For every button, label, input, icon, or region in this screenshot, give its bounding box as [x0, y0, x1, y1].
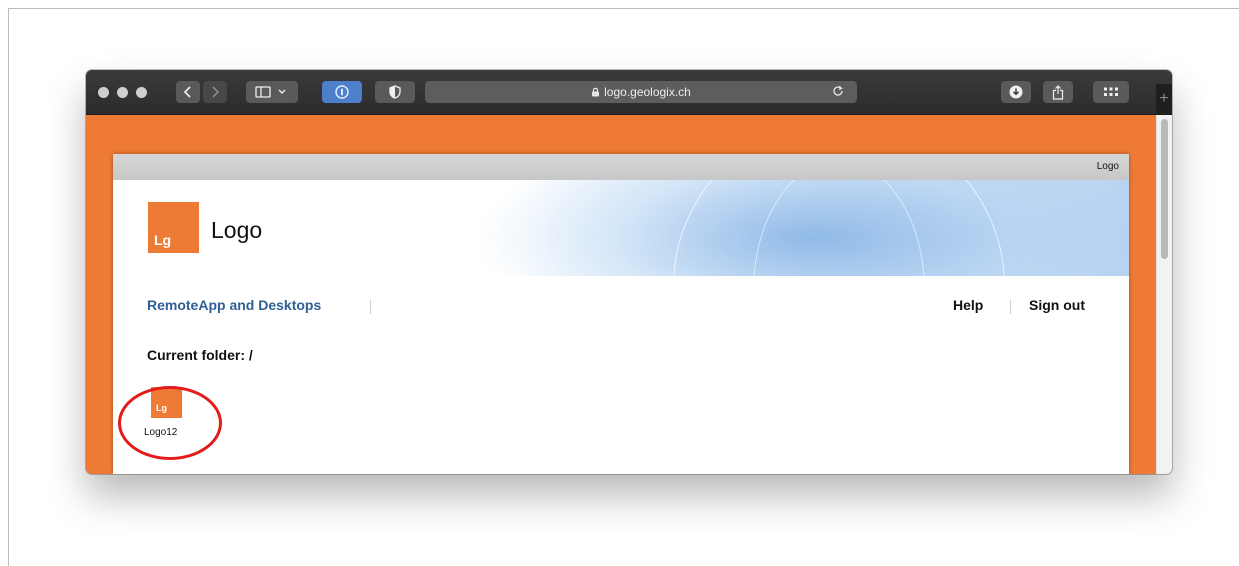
remote-app-label[interactable]: Logo12 — [144, 427, 177, 438]
forward-button[interactable] — [203, 81, 227, 103]
chevron-left-icon — [183, 86, 191, 98]
password-extension-button[interactable] — [322, 81, 362, 103]
page-top-bar: Logo — [113, 154, 1129, 180]
shield-icon — [389, 85, 401, 99]
chevron-right-icon — [212, 86, 220, 98]
address-bar-text: logo.geologix.ch — [425, 85, 857, 99]
sidebar-toggle-button[interactable] — [246, 81, 298, 103]
tab-overview-button[interactable] — [1093, 81, 1129, 103]
scrollbar-thumb[interactable] — [1161, 119, 1168, 259]
help-link[interactable]: Help — [953, 297, 983, 313]
workspace-name: Logo — [1096, 161, 1119, 172]
reload-icon[interactable] — [831, 84, 845, 98]
url-text: logo.geologix.ch — [604, 85, 691, 99]
site-logo: Lg — [148, 202, 199, 253]
address-bar[interactable]: logo.geologix.ch — [425, 81, 857, 103]
site-title: Logo — [211, 217, 263, 243]
screenshot-border-left — [8, 8, 9, 566]
rd-web-page: Logo Lg Logo RemoteApp and Desktops Help… — [113, 154, 1129, 474]
sign-out-link[interactable]: Sign out — [1029, 297, 1085, 313]
page-viewport: Logo Lg Logo RemoteApp and Desktops Help… — [86, 115, 1172, 474]
shield-extension-button[interactable] — [375, 81, 415, 103]
browser-toolbar: logo.geologix.ch + — [86, 70, 1172, 115]
remoteapp-desktops-link[interactable]: RemoteApp and Desktops — [147, 297, 321, 313]
lock-icon — [592, 87, 600, 97]
browser-window: logo.geologix.ch + Logo Lg Logo RemoteAp… — [86, 70, 1172, 474]
minimize-window-dot[interactable] — [117, 87, 128, 98]
close-window-dot[interactable] — [98, 87, 109, 98]
current-folder-label: Current folder: / — [147, 347, 253, 363]
vertical-scrollbar[interactable] — [1156, 115, 1172, 474]
downloads-button[interactable] — [1001, 81, 1031, 103]
sidebar-icon — [255, 86, 286, 98]
back-button[interactable] — [176, 81, 200, 103]
grid-icon — [1104, 87, 1118, 96]
screenshot-border-top — [8, 8, 1239, 9]
share-icon — [1052, 84, 1064, 100]
site-logo-initials: Lg — [154, 232, 172, 248]
header-banner: Lg Logo — [113, 180, 1129, 276]
share-button[interactable] — [1043, 81, 1073, 103]
new-tab-button[interactable]: + — [1156, 84, 1172, 114]
download-icon — [1009, 85, 1023, 99]
remote-app-initials: Lg — [156, 403, 167, 413]
nav-divider — [370, 300, 371, 314]
zoom-window-dot[interactable] — [136, 87, 147, 98]
nav-divider — [1010, 300, 1011, 314]
remote-app-icon[interactable]: Lg — [151, 387, 182, 418]
password-manager-icon — [335, 85, 349, 99]
